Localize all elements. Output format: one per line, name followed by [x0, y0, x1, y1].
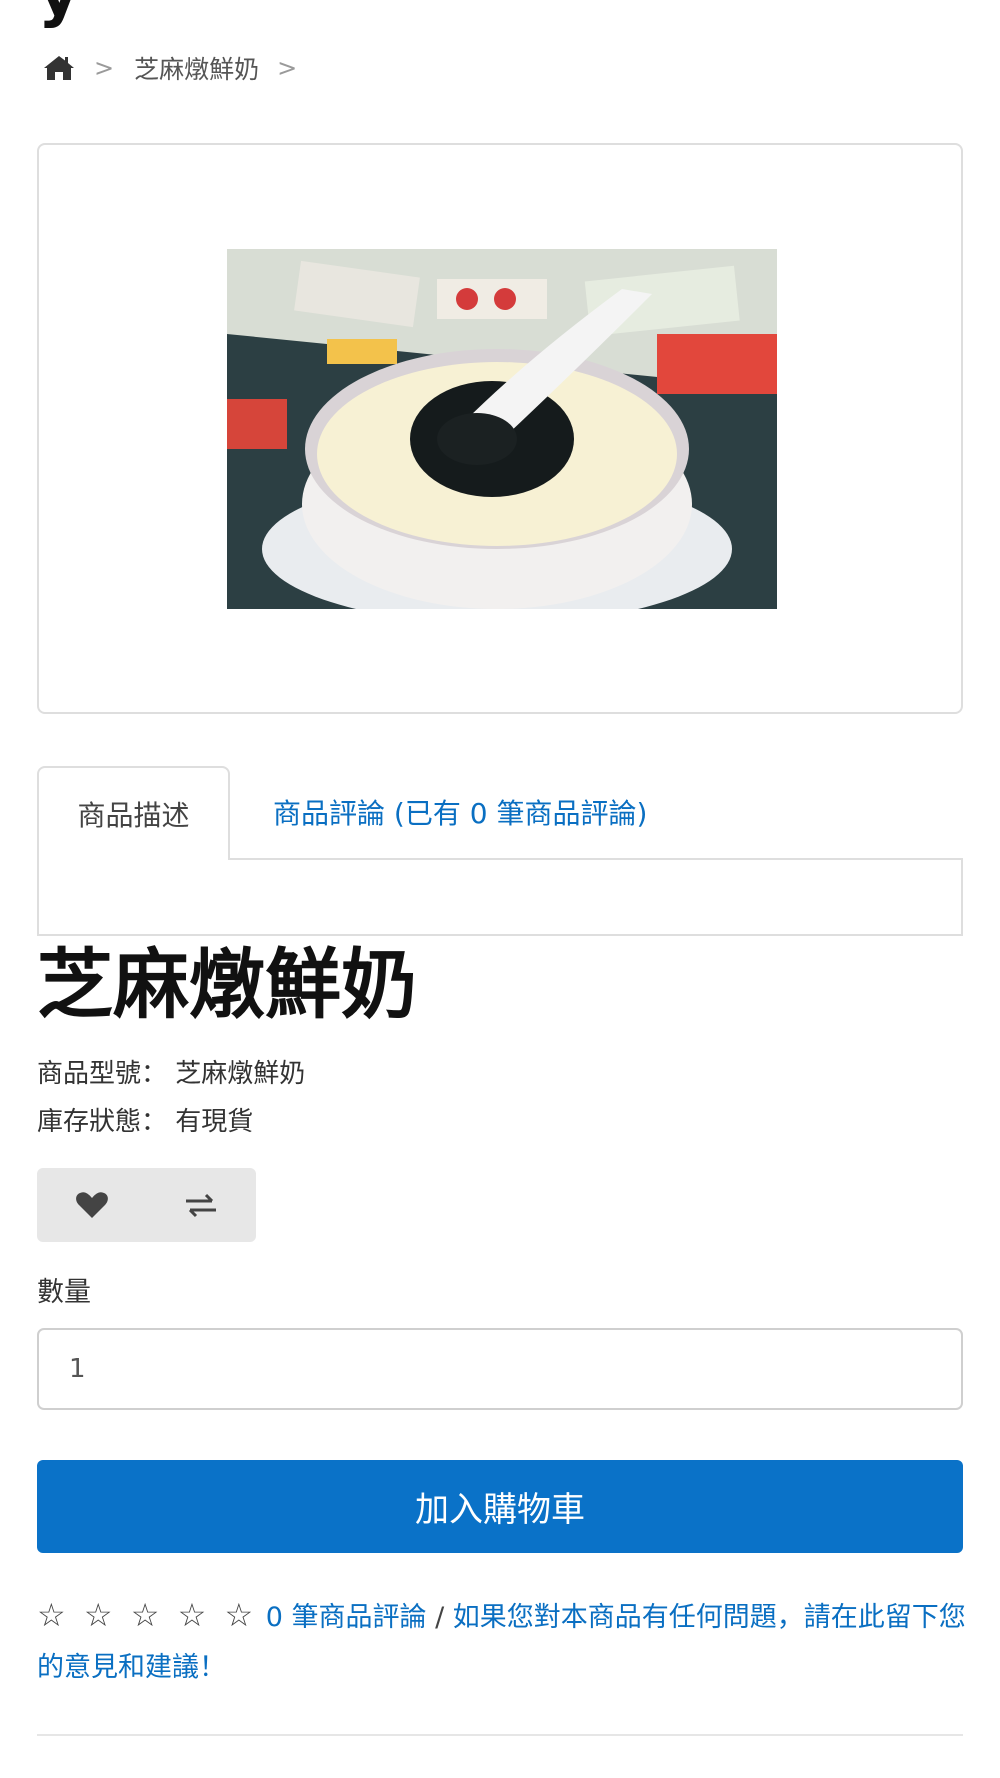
model-row: 商品型號： 芝麻燉鮮奶	[37, 1050, 305, 1098]
breadcrumb-current[interactable]: 芝麻燉鮮奶	[134, 50, 259, 86]
heart-icon	[75, 1192, 108, 1218]
breadcrumb-separator: >	[94, 54, 115, 82]
tab-description[interactable]: 商品描述	[37, 766, 230, 860]
product-name: 芝麻燉鮮奶	[37, 940, 417, 1029]
compare-button[interactable]	[147, 1168, 257, 1242]
model-value: 芝麻燉鮮奶	[175, 1059, 306, 1089]
review-separator: /	[435, 1602, 445, 1633]
product-photo[interactable]	[227, 249, 777, 609]
home-icon[interactable]	[42, 53, 76, 83]
quantity-input[interactable]	[37, 1328, 963, 1410]
stock-label: 庫存狀態：	[37, 1107, 168, 1137]
product-tabs: 商品描述 商品評論 (已有 0 筆商品評論)	[37, 766, 963, 936]
tab-reviews[interactable]: 商品評論 (已有 0 筆商品評論)	[273, 766, 647, 858]
review-summary: ☆ ☆ ☆ ☆ ☆ 0 筆商品評論 / 如果您對本商品有任何問題，請在此留下您的…	[37, 1590, 967, 1693]
add-to-cart-button[interactable]: 加入購物車	[37, 1460, 963, 1553]
product-image-frame	[37, 143, 963, 714]
section-divider	[37, 1734, 963, 1736]
page-title-cut-off: y	[38, 0, 80, 28]
breadcrumb-separator: >	[277, 54, 298, 82]
quantity-label: 數量	[37, 1277, 91, 1308]
wishlist-compare-group	[37, 1168, 256, 1242]
breadcrumb: > 芝麻燉鮮奶 >	[42, 50, 317, 86]
stock-value: 有現貨	[175, 1107, 254, 1137]
add-to-wishlist-button[interactable]	[37, 1168, 147, 1242]
stock-row: 庫存狀態： 有現貨	[37, 1098, 305, 1146]
rating-stars: ☆ ☆ ☆ ☆ ☆	[37, 1596, 258, 1634]
review-count-link[interactable]: 0 筆商品評論	[266, 1602, 427, 1633]
tab-content-panel	[37, 858, 963, 936]
product-meta: 商品型號： 芝麻燉鮮奶 庫存狀態： 有現貨	[37, 1050, 305, 1146]
exchange-arrows-icon	[186, 1193, 217, 1218]
model-label: 商品型號：	[37, 1059, 168, 1089]
